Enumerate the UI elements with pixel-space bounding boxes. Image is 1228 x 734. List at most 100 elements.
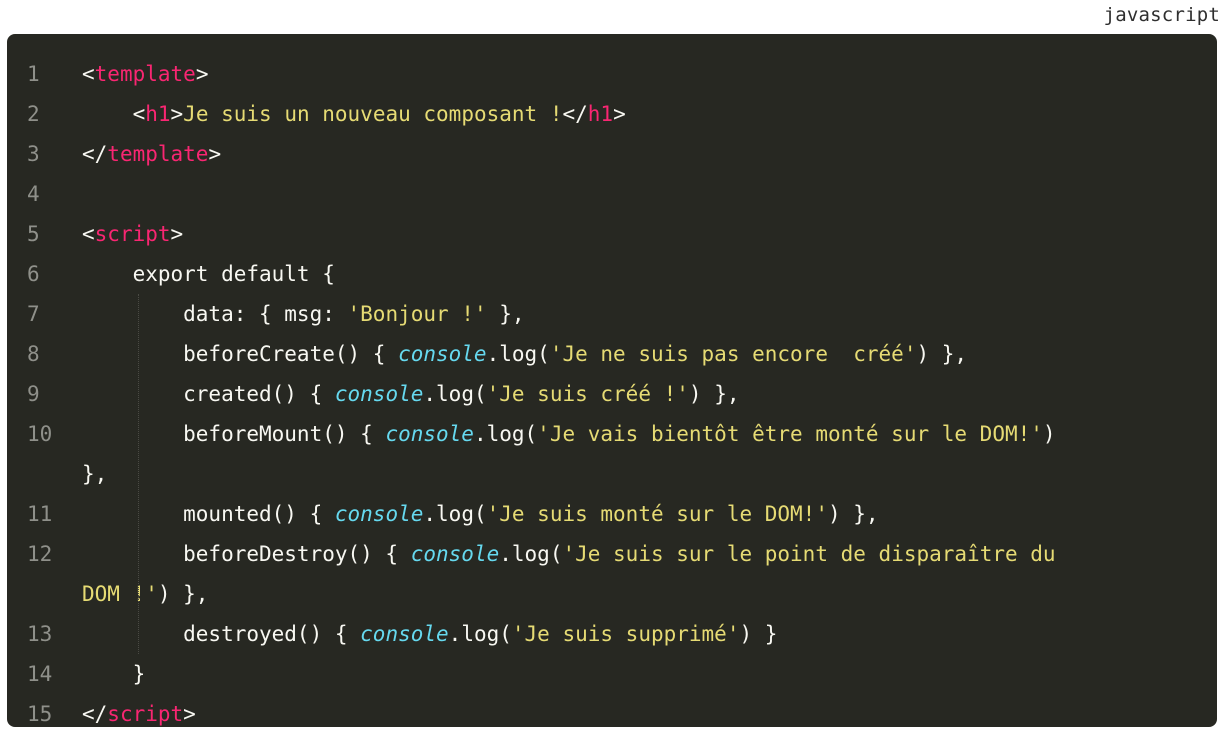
code-token: .log( [448,622,512,646]
code-token: beforeCreate() { [82,342,399,366]
code-text: export default { [82,254,335,294]
code-token: ) [1042,422,1056,446]
code-token: data: { msg: [82,302,348,326]
line-number: 8 [27,342,40,366]
code-line: 10 beforeMount() { console.log('Je vais … [7,414,1217,454]
code-text: </script> [82,694,196,727]
code-line: DOM !') }, [7,574,1217,614]
line-number: 12 [27,542,53,566]
code-token: 'Je ne suis pas encore créé' [549,342,917,366]
code-token: > [183,702,196,726]
code-token: > [195,62,209,86]
code-line: 5 <script> [7,214,1217,254]
code-token: </ [562,102,588,126]
code-text: beforeDestroy() { console.log('Je suis s… [82,534,1056,574]
line-number: 4 [27,182,40,206]
code-token: < [82,62,95,86]
code-token: console [398,342,487,366]
line-number: 1 [27,62,40,86]
code-token: > [170,102,184,126]
code-line: 12 beforeDestroy() { console.log('Je sui… [7,534,1217,574]
code-block[interactable]: 1 <template> 2 <h1>Je suis un nouveau comp… [7,34,1217,727]
code-text: destroyed() { console.log('Je suis suppr… [82,614,777,654]
code-token: > [170,222,184,246]
code-text: <script> [82,214,183,254]
code-line: 15 </script> [7,694,1217,727]
code-token: 'Je suis sur le point de disparaître du [562,542,1056,566]
line-number: 9 [27,382,40,406]
code-line: 2 <h1>Je suis un nouveau composant !</h1… [7,94,1217,134]
code-token: > [208,142,222,166]
line-number: 5 [27,222,40,246]
code-line: 13 destroyed() { console.log('Je suis su… [7,614,1217,654]
code-token: template [94,62,196,86]
code-token: > [613,102,626,126]
line-number: 6 [27,262,40,286]
line-number: 15 [27,702,53,726]
code-token: ) } [739,622,778,646]
code-token: ) }, [916,342,968,366]
indent-guide [138,294,140,654]
code-text: beforeMount() { console.log('Je vais bie… [82,414,1056,454]
code-token: </ [82,702,108,726]
line-number: 7 [27,302,40,326]
code-token: ) }, [688,382,740,406]
code-text: </template> [82,134,221,174]
code-line: 1 <template> [7,54,1217,94]
code-text: <h1>Je suis un nouveau composant !</h1> [82,94,626,134]
code-token: console [410,542,500,566]
code-token: script [94,222,171,246]
code-token: 'Bonjour !' [347,302,487,326]
line-number: 2 [27,102,40,126]
code-token: .log( [423,502,487,526]
line-number: 3 [27,142,40,166]
code-token: < [82,102,146,126]
code-token: .log( [473,422,538,446]
code-text: }, [82,454,107,494]
line-number: 11 [27,502,53,526]
code-token: Je suis un nouveau composant ! [183,102,563,126]
code-line: 4 [7,174,1217,214]
code-token: DOM !' [82,582,158,606]
code-token: 'Je vais bientôt être monté sur le DOM!' [537,422,1043,446]
code-token: beforeDestroy() { [82,542,411,566]
code-line: 11 mounted() { console.log('Je suis mont… [7,494,1217,534]
code-token: template [107,142,209,166]
code-text: beforeCreate() { console.log('Je ne suis… [82,334,967,374]
code-token: .log( [486,342,550,366]
code-token: console [334,382,424,406]
code-token: h1 [587,102,614,126]
code-token: mounted() { [82,502,335,526]
code-token: ) }, [827,502,879,526]
code-token: script [107,702,184,726]
code-line: }, [7,454,1217,494]
code-token: 'Je suis créé !' [486,382,689,406]
code-token: console [385,422,474,446]
code-token: .log( [499,542,563,566]
code-token: created() { [82,382,335,406]
code-line: 9 created() { console.log('Je suis créé … [7,374,1217,414]
code-text: } [82,654,146,694]
code-token: export default { [82,262,335,286]
code-token: </ [82,142,108,166]
code-token: destroyed() { [82,622,361,646]
code-token: 'Je suis monté sur le DOM!' [486,502,828,526]
code-line: 8 beforeCreate() { console.log('Je ne su… [7,334,1217,374]
code-token: console [360,622,449,646]
code-text: created() { console.log('Je suis créé !'… [82,374,739,414]
code-language-label: javascript [1103,4,1220,26]
code-token: .log( [423,382,487,406]
code-line: 3 </template> [7,134,1217,174]
code-token: }, [82,462,108,486]
code-token: < [82,222,95,246]
code-token: } [82,662,146,686]
code-token: console [334,502,424,526]
code-token: 'Je suis supprimé' [511,622,740,646]
code-token: h1 [145,102,171,126]
line-number: 13 [27,622,53,646]
code-line: 14 } [7,654,1217,694]
code-token: beforeMount() { [82,422,386,446]
code-token: }, [486,302,525,326]
code-text: <template> [82,54,208,94]
line-number: 10 [27,422,53,446]
